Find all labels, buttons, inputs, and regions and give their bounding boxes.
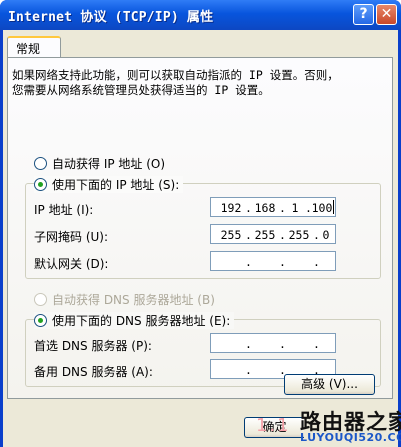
octet-dot: .	[313, 337, 320, 351]
general-panel: 如果网络支持此功能，则可以获取自动指派的 IP 设置。否则， 您需要从网络系统管…	[7, 57, 393, 399]
title-bar[interactable]: Internet 协议 (TCP/IP) 属性 ? ✕	[0, 0, 401, 30]
radio-circle-icon	[34, 157, 47, 170]
radio-auto-ip[interactable]: 自动获得 IP 地址 (O)	[34, 155, 165, 172]
ip-octet-4: 100	[311, 201, 333, 215]
octet-dot: .	[313, 255, 320, 269]
radio-manual-ip[interactable]: 使用下面的 IP 地址 (S):	[34, 176, 184, 193]
octet-dot: .	[245, 255, 252, 269]
default-gateway-label: 默认网关 (D):	[34, 257, 109, 271]
subnet-mask-label: 子网掩码 (U):	[34, 230, 109, 244]
close-button[interactable]: ✕	[376, 4, 397, 25]
advanced-button[interactable]: 高级 (V)...	[284, 374, 375, 395]
radio-selected-icon	[34, 314, 47, 327]
octet-dot: .	[279, 255, 286, 269]
radio-auto-dns-label: 自动获得 DNS 服务器地址 (B)	[52, 293, 215, 307]
preferred-dns-field[interactable]: . . .	[210, 333, 336, 353]
ip-octet-2: 168	[254, 201, 276, 215]
help-icon: ?	[359, 6, 368, 22]
site-watermark: 1.1 路由器之家 LUYOUQI520.COM	[252, 404, 401, 447]
radio-auto-dns[interactable]: 自动获得 DNS 服务器地址 (B)	[34, 291, 215, 308]
radio-circle-icon	[34, 293, 47, 306]
radio-manual-dns-label: 使用下面的 DNS 服务器地址 (E):	[52, 314, 231, 328]
advanced-button-label: 高级 (V)...	[301, 377, 358, 391]
radio-selected-icon	[34, 178, 47, 191]
ip-octet-1: 192	[220, 201, 242, 215]
ip-address-label: IP 地址 (I):	[34, 203, 94, 217]
description-text: 如果网络支持此功能，则可以获取自动指派的 IP 设置。否则， 您需要从网络系统管…	[12, 68, 339, 97]
subnet-mask-field[interactable]: 255 . 255 . 255 . 0	[210, 224, 336, 244]
radio-manual-ip-label: 使用下面的 IP 地址 (S):	[52, 178, 180, 192]
subnet-octet-3: 255	[288, 228, 310, 242]
preferred-dns-label: 首选 DNS 服务器 (P):	[34, 339, 152, 353]
ip-address-field[interactable]: 192 . 168 . 1 . 100	[210, 197, 336, 217]
close-icon: ✕	[380, 6, 393, 22]
radio-auto-ip-label: 自动获得 IP 地址 (O)	[52, 157, 166, 171]
tab-general-label: 常规	[16, 42, 41, 56]
tab-general[interactable]: 常规	[7, 36, 61, 58]
octet-dot: .	[245, 363, 252, 377]
default-gateway-field[interactable]: . . .	[210, 251, 336, 271]
octet-dot: .	[245, 337, 252, 351]
subnet-octet-1: 255	[220, 228, 242, 242]
ip-octet-3: 1	[291, 201, 299, 215]
octet-dot: .	[279, 337, 286, 351]
radio-manual-dns[interactable]: 使用下面的 DNS 服务器地址 (E):	[34, 312, 235, 329]
dialog-window: Internet 协议 (TCP/IP) 属性 ? ✕ 常规 如果网络支持此功能…	[0, 0, 401, 447]
subnet-octet-4: 0	[322, 228, 330, 242]
watermark-faint-text: 1.1	[256, 415, 291, 436]
dialog-client: 常规 如果网络支持此功能，则可以获取自动指派的 IP 设置。否则， 您需要从网络…	[3, 30, 398, 447]
alternate-dns-label: 备用 DNS 服务器 (A):	[34, 365, 153, 379]
text-cursor	[333, 200, 334, 214]
subnet-octet-2: 255	[254, 228, 276, 242]
window-title: Internet 协议 (TCP/IP) 属性	[8, 10, 214, 25]
help-button[interactable]: ?	[353, 4, 374, 25]
watermark-url: LUYOUQI520.COM	[300, 431, 401, 444]
